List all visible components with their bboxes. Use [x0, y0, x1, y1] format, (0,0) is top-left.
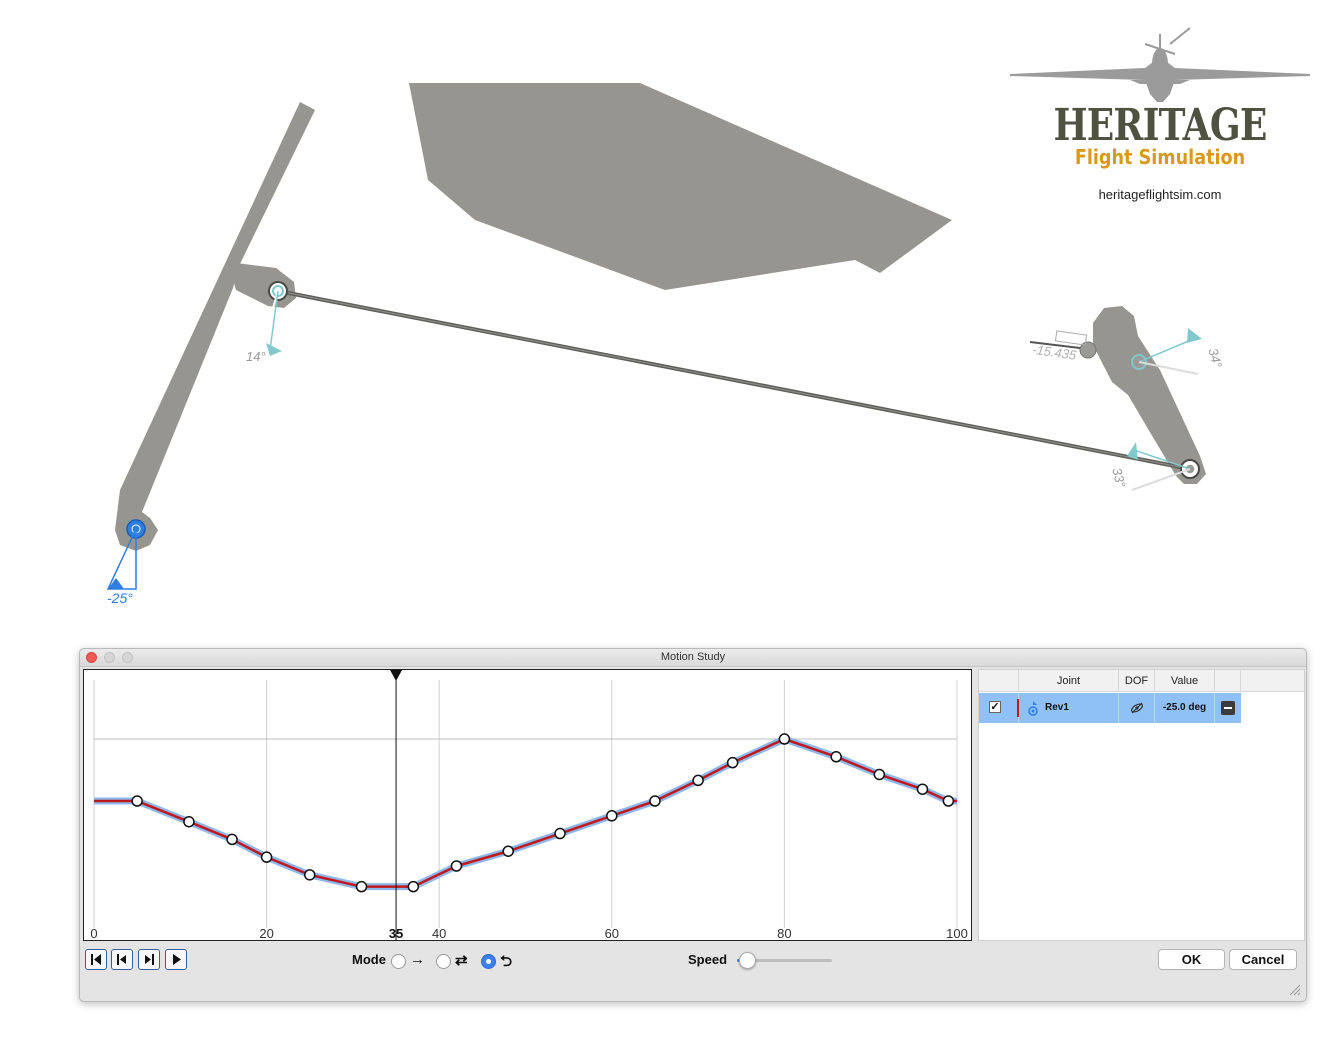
step-back-icon: [117, 954, 126, 965]
keyframe-point[interactable]: [502, 845, 514, 857]
mode-reverse-radio[interactable]: [436, 954, 451, 969]
remove-joint-button[interactable]: [1221, 701, 1235, 715]
speed-slider-knob[interactable]: [738, 952, 756, 969]
header-filler: [1241, 670, 1304, 692]
logo-url: heritageflightsim.com: [1098, 187, 1222, 202]
keyframe-point[interactable]: [226, 833, 238, 846]
x-tick-label: 20: [259, 926, 273, 940]
keyframe-point[interactable]: [778, 733, 791, 745]
airplane-icon: [1010, 27, 1310, 102]
motion-graph-plot[interactable]: 0 20 40 60 80 100 35: [84, 670, 971, 940]
angle-label-right-lower: 33°: [1109, 466, 1129, 489]
input-value-label: -15.435: [1031, 342, 1078, 363]
lever-arm-part: [115, 102, 315, 551]
keyframe-point[interactable]: [649, 795, 661, 807]
logo-subtitle: Flight Simulation: [1074, 145, 1246, 169]
keyframe-point[interactable]: [916, 783, 929, 795]
mode-label: Mode: [352, 952, 386, 967]
mode-reverse-icon: ⇄: [455, 952, 468, 969]
row-check-cell: ✓: [979, 693, 1019, 723]
motion-graph[interactable]: 0 20 40 60 80 100 35: [83, 669, 972, 941]
revolute-joint-icon: [1028, 701, 1038, 716]
header-check: [979, 670, 1019, 692]
joint-name: Rev1: [1045, 702, 1069, 713]
step-forward-icon: [145, 954, 154, 965]
x-tick-label: 100: [946, 926, 968, 940]
joint-enabled-checkbox[interactable]: ✓: [989, 701, 1001, 713]
angle-label-upper: 14°: [246, 349, 266, 364]
angle-label-crank: -25°: [107, 590, 133, 606]
keyframe-point[interactable]: [355, 880, 368, 893]
keyframe-point[interactable]: [183, 815, 195, 828]
keyframe-point[interactable]: [554, 827, 566, 840]
titlebar[interactable]: Motion Study: [80, 649, 1306, 667]
window-title: Motion Study: [660, 651, 726, 663]
keyframe-point[interactable]: [606, 810, 618, 822]
mode-loop-icon: ⮌: [500, 953, 513, 970]
keyframe-point[interactable]: [304, 869, 316, 881]
joint-table: Joint DOF Value ✓ Rev1 -25.0 deg: [978, 669, 1305, 941]
joint-name-cell: Rev1: [1019, 693, 1119, 723]
x-tick-label: 60: [605, 926, 619, 940]
motion-study-dialog: Motion Study 0 20 40 60 80 100 35 Joint DOF Va…: [79, 648, 1307, 1002]
keyframe-point[interactable]: [942, 795, 955, 807]
angle-label-right-upper: 34°: [1205, 347, 1225, 370]
logo-title: HERITAGE: [1053, 100, 1267, 151]
mode-once-radio[interactable]: [391, 954, 406, 969]
table-row[interactable]: ✓ Rev1 -25.0 deg: [979, 693, 1241, 723]
x-tick-label: 0: [90, 926, 97, 940]
header-joint: Joint: [1019, 670, 1119, 692]
heritage-logo: HERITAGE Flight Simulation heritagefligh…: [1005, 22, 1315, 207]
header-action: [1215, 670, 1241, 692]
fixed-plate-part: [409, 83, 952, 290]
keyframe-point[interactable]: [450, 860, 463, 872]
skip-start-icon: [91, 954, 101, 965]
play-icon: [173, 954, 181, 965]
motion-curve: [94, 737, 957, 888]
curve-halo: [94, 735, 957, 891]
keyframe-point[interactable]: [407, 880, 420, 893]
current-step-label: 35: [389, 926, 403, 940]
keyframe-point[interactable]: [260, 851, 273, 863]
x-tick-label: 40: [432, 926, 446, 940]
ok-button[interactable]: OK: [1158, 949, 1225, 970]
playhead-marker[interactable]: [390, 670, 403, 681]
speed-label: Speed: [688, 952, 728, 967]
step-forward-button[interactable]: [138, 949, 160, 970]
dof-cell: [1119, 693, 1155, 723]
resize-grip-icon[interactable]: [1288, 983, 1302, 997]
joint-value[interactable]: -25.0 deg: [1155, 693, 1215, 723]
keyframe-point[interactable]: [131, 795, 143, 807]
rotation-dof-icon[interactable]: [1129, 700, 1145, 716]
mode-once-icon: →: [410, 951, 425, 968]
header-value: Value: [1155, 670, 1215, 692]
keyframe-point[interactable]: [830, 751, 842, 763]
cancel-button[interactable]: Cancel: [1229, 949, 1297, 970]
play-button[interactable]: [165, 949, 187, 970]
step-back-button[interactable]: [111, 949, 133, 970]
keyframe-point[interactable]: [726, 756, 739, 769]
keyframe-point[interactable]: [692, 774, 704, 787]
mode-loop-radio[interactable]: [481, 954, 496, 969]
go-to-start-button[interactable]: [85, 949, 107, 970]
header-dof: DOF: [1119, 670, 1155, 692]
keyframe-point[interactable]: [873, 768, 886, 781]
x-tick-label: 80: [777, 926, 791, 940]
